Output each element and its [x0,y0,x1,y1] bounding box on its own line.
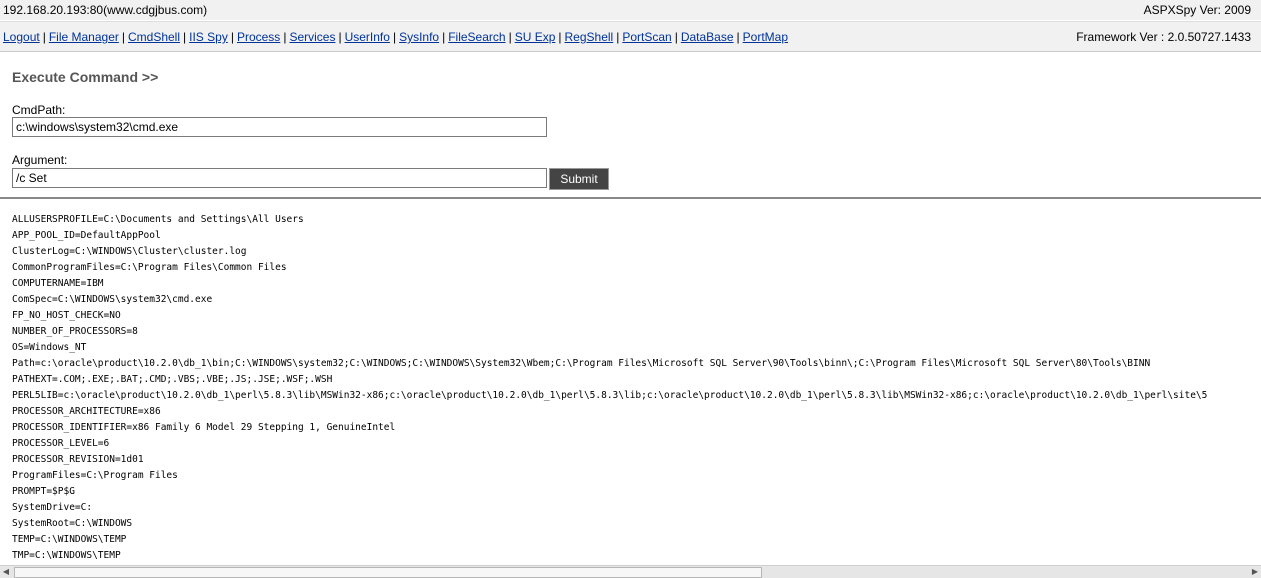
output-line: APP_POOL_ID=DefaultAppPool [12,230,161,241]
scroll-right-icon[interactable]: ▶ [1249,566,1261,578]
nav-separator: | [183,30,187,44]
nav-separator: | [121,30,125,44]
nav-link-services[interactable]: Services [289,30,335,44]
output-line: PROMPT=$P$G [12,486,75,497]
output-line: SystemDrive=C: [12,502,93,513]
output-line: COMPUTERNAME=IBM [12,278,104,289]
nav-separator: | [230,30,234,44]
nav-separator: | [736,30,740,44]
main-content: Execute Command >> CmdPath: Argument: Su… [0,51,1261,563]
nav-separator: | [42,30,46,44]
output-line: PROCESSOR_LEVEL=6 [12,438,110,449]
output-line: ALLUSERSPROFILE=C:\Documents and Setting… [12,214,304,225]
horizontal-scrollbar[interactable]: ◀ ▶ [0,565,1261,578]
nav-link-su-exp[interactable]: SU Exp [515,30,556,44]
page-title: Execute Command >> [12,69,159,85]
framework-version: Framework Ver : 2.0.50727.1433 [1076,30,1251,44]
output-line: OS=Windows_NT [12,342,87,353]
output-line: SystemRoot=C:\WINDOWS [12,518,133,529]
argument-label: Argument: [12,153,68,167]
scrollbar-thumb[interactable] [14,567,762,578]
nav-separator: | [442,30,446,44]
output-line: PROCESSOR_REVISION=1d01 [12,454,144,465]
nav-separator: | [558,30,562,44]
nav-separator: | [338,30,342,44]
output-line: FP_NO_HOST_CHECK=NO [12,310,121,321]
submit-button[interactable]: Submit [549,168,609,190]
output-line: ProgramFiles=C:\Program Files [12,470,178,481]
nav-bar: Logout | File Manager | CmdShell | IIS Spy | Pro… [0,21,1261,52]
nav-link-userinfo[interactable]: UserInfo [345,30,390,44]
nav-link-sysinfo[interactable]: SysInfo [399,30,439,44]
divider [0,197,1261,199]
nav-link-process[interactable]: Process [237,30,280,44]
host-address: 192.168.20.193:80(www.cdgjbus.com) [3,3,208,17]
nav-link-logout[interactable]: Logout [3,30,40,44]
nav-link-portscan[interactable]: PortScan [622,30,671,44]
nav-separator: | [674,30,678,44]
output-line: Path=c:\oracle\product\10.2.0\db_1\bin;C… [12,358,1151,369]
cmdpath-label: CmdPath: [12,103,66,117]
nav-link-file-manager[interactable]: File Manager [49,30,119,44]
top-info-bar: 192.168.20.193:80(www.cdgjbus.com) ASPXS… [0,0,1261,20]
output-line: PERL5LIB=c:\oracle\product\10.2.0\db_1\p… [12,390,1208,401]
version-label: ASPXSpy Ver: 2009 [1143,3,1251,17]
nav-separator: | [616,30,620,44]
output-line: ComSpec=C:\WINDOWS\system32\cmd.exe [12,294,213,305]
scroll-left-icon[interactable]: ◀ [0,566,12,578]
argument-input[interactable] [12,168,547,188]
output-line: TEMP=C:\WINDOWS\TEMP [12,534,127,545]
command-output: ALLUSERSPROFILE=C:\Documents and Setting… [12,212,1261,563]
cmdpath-input[interactable] [12,117,547,137]
nav-link-filesearch[interactable]: FileSearch [448,30,505,44]
output-line: PROCESSOR_IDENTIFIER=x86 Family 6 Model … [12,422,396,433]
output-line: PATHEXT=.COM;.EXE;.BAT;.CMD;.VBS;.VBE;.J… [12,374,333,385]
nav-link-portmap[interactable]: PortMap [743,30,788,44]
output-line: NUMBER_OF_PROCESSORS=8 [12,326,138,337]
output-line: ClusterLog=C:\WINDOWS\Cluster\cluster.lo… [12,246,247,257]
nav-links: Logout | File Manager | CmdShell | IIS Spy | Pro… [3,30,788,44]
nav-separator: | [508,30,512,44]
nav-link-iis-spy[interactable]: IIS Spy [189,30,228,44]
nav-separator: | [392,30,397,44]
nav-link-database[interactable]: DataBase [681,30,734,44]
nav-link-cmdshell[interactable]: CmdShell [128,30,180,44]
output-line: TMP=C:\WINDOWS\TEMP [12,550,121,561]
nav-link-regshell[interactable]: RegShell [565,30,614,44]
output-line: CommonProgramFiles=C:\Program Files\Comm… [12,262,287,273]
output-line: PROCESSOR_ARCHITECTURE=x86 [12,406,161,417]
